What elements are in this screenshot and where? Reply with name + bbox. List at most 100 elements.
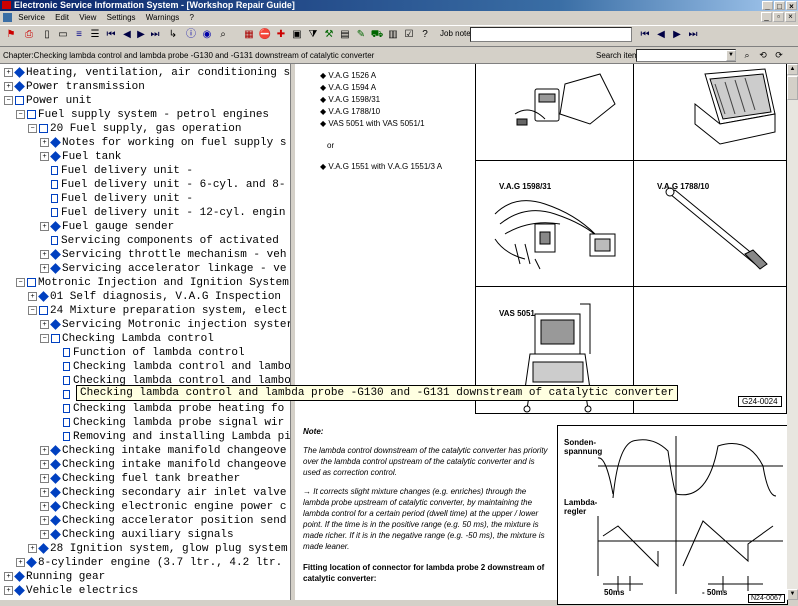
tree-item[interactable]: Checking lambda probe signal wir [52,416,284,430]
magnifier-icon[interactable]: ⌕ [216,28,230,42]
expand-icon[interactable]: + [40,459,49,469]
tree-item[interactable]: Removing and installing Lambda pi [52,430,290,444]
child-restore-button[interactable]: ▫ [773,12,784,22]
menu-settings[interactable]: Settings [103,11,140,25]
note-last-icon[interactable]: ⏭ [686,28,700,42]
tree-item[interactable]: − Motronic Injection and Ignition System [16,276,289,290]
new-document-icon[interactable]: ▯ [40,28,54,42]
menu-warnings[interactable]: Warnings [142,11,184,25]
menu-edit[interactable]: Edit [51,11,73,25]
dashes-icon[interactable]: ≡ [72,28,86,42]
exit-icon[interactable]: ⚑ [4,28,18,42]
tree-item[interactable]: Function of lambda control [52,346,245,360]
scroll-up-icon[interactable]: ▲ [787,64,798,75]
list-icon[interactable]: ☰ [88,28,102,42]
tree-item[interactable]: + Checking intake manifold changeove [40,458,286,472]
first-page-icon[interactable]: ⏮ [104,28,118,42]
scroll-thumb[interactable] [787,76,798,100]
tree-item[interactable]: Fuel delivery unit - [40,192,193,206]
tree-item[interactable]: Checking lambda probe heating fo [52,402,284,416]
tree-item[interactable]: +01 Self diagnosis, V.A.G Inspection [28,290,281,304]
open-icon[interactable]: ▭ [56,28,70,42]
menu-view[interactable]: View [75,11,100,25]
menu-service[interactable]: Service [14,11,49,25]
tree-item[interactable]: + Checking fuel tank breather [40,472,240,486]
clipboard-icon[interactable]: ▤ [338,28,352,42]
maximize-button[interactable]: □ [774,1,785,11]
tree-item[interactable]: − 20 Fuel supply, gas operation [28,122,241,136]
expand-icon[interactable]: + [4,67,13,77]
expand-icon[interactable]: + [40,249,49,259]
screen-icon[interactable]: ▣ [290,28,304,42]
info-icon[interactable]: ⓘ [184,28,198,42]
tree-item[interactable]: Fuel delivery unit - [40,164,193,178]
collapse-icon[interactable]: − [28,305,37,315]
note-prev-icon[interactable]: ◀ [654,28,668,42]
tools-icon[interactable]: ✎ [354,28,368,42]
next-page-icon[interactable]: ▶ [134,28,148,42]
navigation-tree[interactable]: + Heating, ventilation, air conditioning … [0,64,291,600]
expand-icon[interactable]: + [40,445,49,455]
expand-icon[interactable]: + [4,81,13,91]
tree-item[interactable]: Fuel delivery unit - 12-cyl. engin [40,206,285,220]
tree-item[interactable]: Checking lambda control and lambo [52,360,290,374]
expand-icon[interactable]: + [28,291,37,301]
search-input[interactable] [636,49,736,62]
expand-icon[interactable]: + [4,571,13,581]
tree-item[interactable]: + Power transmission [4,80,145,94]
tree-item[interactable]: +8-cylinder engine (3.7 ltr., 4.2 ltr. [16,556,282,570]
expand-icon[interactable]: + [40,501,49,511]
note-next-icon[interactable]: ▶ [670,28,684,42]
child-close-button[interactable]: × [785,12,796,22]
tree-item[interactable]: Fuel delivery unit - 6-cyl. and 8- [40,178,285,192]
search-back-icon[interactable]: ⟲ [756,49,770,62]
help-icon[interactable]: ? [418,28,432,42]
puzzle-icon[interactable]: ✚ [274,28,288,42]
expand-icon[interactable]: + [40,263,49,273]
tree-item[interactable]: + Checking auxiliary signals [40,528,234,542]
expand-icon[interactable]: + [28,543,37,553]
last-page-icon[interactable]: ⏭ [148,28,162,42]
expand-icon[interactable]: + [40,529,49,539]
expand-icon[interactable]: + [40,221,49,231]
book-icon[interactable]: ▥ [386,28,400,42]
tree-item[interactable]: +28 Ignition system, glow plug system [28,542,288,556]
minimize-button[interactable]: _ [762,1,773,11]
tree-item[interactable]: + Heating, ventilation, air conditioning … [4,66,290,80]
print-icon[interactable]: ⎙ [22,28,36,42]
expand-icon[interactable]: + [40,515,49,525]
tree-item[interactable]: + Servicing accelerator linkage - ve [40,262,286,276]
stop-icon[interactable]: ⛔ [258,28,272,42]
tree-item[interactable]: − Checking Lambda control [40,332,214,346]
collapse-icon[interactable]: − [16,277,25,287]
tree-item[interactable]: − 24 Mixture preparation system, elect [28,304,288,318]
expand-icon[interactable]: + [40,137,49,147]
wrench-icon[interactable]: ⚒ [322,28,336,42]
jump-icon[interactable]: ↳ [166,28,180,42]
tree-item[interactable]: + Running gear [4,570,105,584]
scroll-down-icon[interactable]: ▼ [787,589,798,600]
tree-item[interactable]: − Fuel supply system - petrol engines [16,108,269,122]
expand-icon[interactable]: + [40,151,49,161]
tree-item[interactable]: + Notes for working on fuel supply s [40,136,286,150]
note-first-icon[interactable]: ⏮ [638,28,652,42]
selected-tree-item[interactable]: Checking lambda control and lambda probe… [76,385,679,401]
search-forward-icon[interactable]: ⟳ [772,49,786,62]
grid-icon[interactable]: ▦ [242,28,256,42]
tree-item[interactable]: + Checking secondary air inlet valve [40,486,286,500]
search-dropdown-icon[interactable]: ▼ [726,50,736,61]
menu-help[interactable]: ? [186,11,198,25]
job-note-field[interactable] [470,27,632,42]
tree-item[interactable]: + Servicing throttle mechanism - veh [40,248,286,262]
expand-icon[interactable]: + [40,487,49,497]
vertical-scrollbar[interactable]: ▲ ▼ [787,64,798,600]
tree-item[interactable]: + Fuel tank [40,150,121,164]
tree-item[interactable]: + Servicing Motronic injection syster [40,318,290,332]
check-icon[interactable]: ☑ [402,28,416,42]
collapse-icon[interactable]: − [40,333,49,343]
expand-icon[interactable]: + [40,319,49,329]
tree-item[interactable] [52,388,73,402]
child-minimize-button[interactable]: _ [761,12,772,22]
previous-page-icon[interactable]: ◀ [120,28,134,42]
car-icon[interactable]: ⛟ [370,28,384,42]
